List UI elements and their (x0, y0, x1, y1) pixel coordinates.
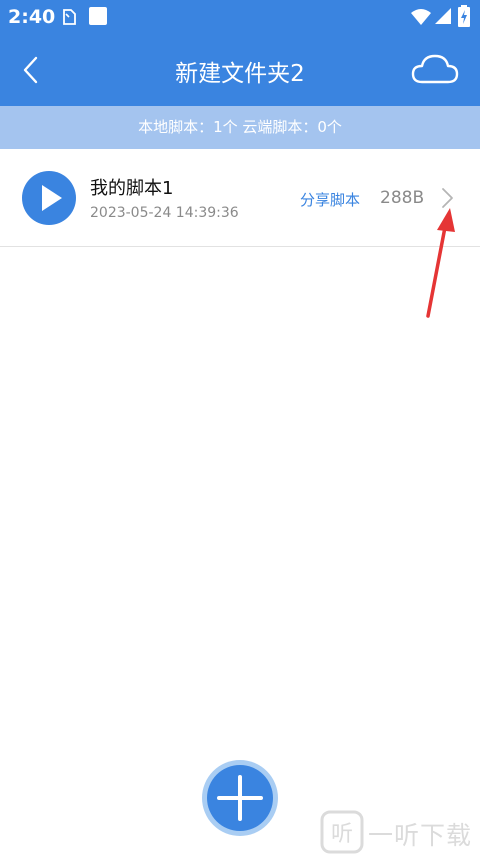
share-script-link[interactable]: 分享脚本 (300, 189, 360, 210)
chevron-right-icon[interactable] (438, 187, 456, 209)
watermark-logo-icon: 听 (320, 810, 364, 854)
add-script-button[interactable] (202, 760, 278, 836)
cloud-button[interactable] (410, 52, 460, 88)
list-item[interactable]: 我的脚本1 2023-05-24 14:39:36 分享脚本 288B (0, 149, 480, 247)
battery-charging-icon (458, 5, 470, 27)
script-size: 288B (380, 188, 425, 208)
play-button[interactable] (22, 171, 76, 225)
play-icon (42, 185, 62, 211)
script-date: 2023-05-24 14:39:36 (90, 205, 239, 221)
script-name: 我的脚本1 (90, 178, 174, 199)
clipboard-icon (63, 9, 76, 25)
cloud-icon (411, 54, 459, 84)
square-notification-icon (89, 7, 107, 25)
status-bar: 2:40 (0, 0, 480, 34)
watermark-text: 一听下载 (368, 821, 473, 850)
status-time: 2:40 (8, 6, 56, 28)
signal-icon (435, 8, 451, 24)
app-bar: 新建文件夹2 (0, 34, 480, 106)
watermark: 听 一听下载 (318, 810, 480, 854)
plus-icon (217, 775, 263, 821)
script-count-summary: 本地脚本：1个 云端脚本：0个 (0, 106, 480, 149)
svg-text:听: 听 (331, 822, 353, 847)
wifi-icon (411, 9, 431, 25)
page-title: 新建文件夹2 (175, 61, 305, 87)
add-button-inner (207, 765, 273, 831)
